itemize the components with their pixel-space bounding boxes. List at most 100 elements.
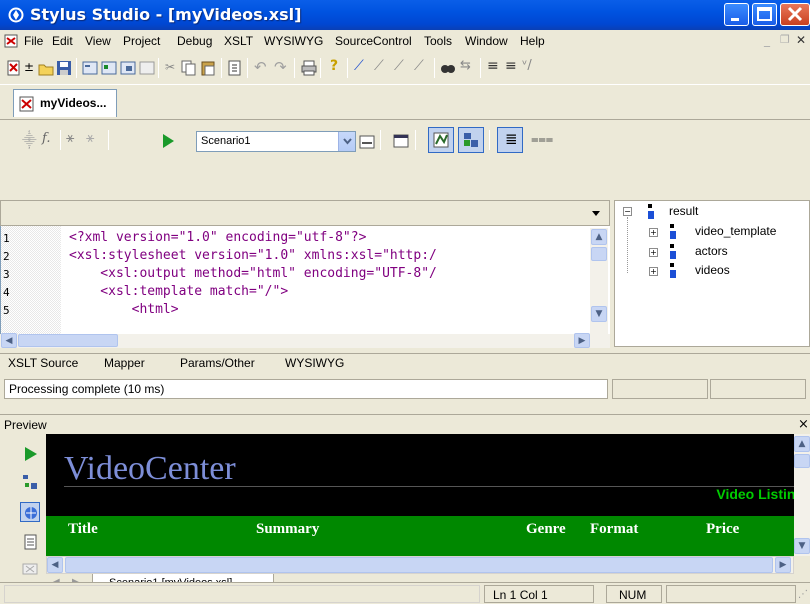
find-icon[interactable] (440, 60, 456, 76)
tree-node-videos[interactable]: videos (695, 263, 730, 277)
scroll-thumb[interactable] (18, 334, 118, 347)
close-button[interactable] (780, 3, 810, 26)
preview-window-icon[interactable] (393, 133, 409, 149)
mdi-minimize-icon[interactable]: _ (764, 33, 770, 47)
comment-icon[interactable]: ᵛ/ (522, 58, 532, 73)
editor-vertical-scrollbar[interactable]: ▲ ▼ (590, 228, 608, 334)
xslt-source-editor[interactable]: 1 2 3 4 5 <?xml version="1.0" encoding="… (0, 226, 610, 334)
preview-render-area[interactable]: VideoCenter Video Listing Title Summary … (46, 434, 794, 556)
menu-edit[interactable]: Edit (52, 34, 73, 48)
dropdown-arrow-icon[interactable]: ± (24, 60, 34, 74)
profiler-toggle[interactable] (428, 127, 454, 153)
new-document-icon[interactable] (6, 60, 22, 76)
project-settings-icon[interactable] (139, 60, 155, 76)
bookmark-prev-icon[interactable]: ⟋ (394, 58, 404, 74)
toggle-breakpoint-icon[interactable]: ⚹ (66, 130, 74, 146)
menu-window[interactable]: Window (465, 34, 508, 48)
preview-horizontal-scrollbar[interactable]: ◀ ▶ (46, 556, 794, 574)
maximize-button[interactable] (752, 3, 777, 26)
editor-horizontal-scrollbar[interactable]: ◀ ▶ (0, 333, 610, 348)
tree-node-video-template[interactable]: video_template (695, 224, 776, 238)
run-icon[interactable] (160, 133, 176, 149)
print-icon[interactable] (301, 60, 317, 76)
save-icon[interactable] (56, 60, 72, 76)
preview-run-icon[interactable] (24, 446, 38, 462)
tab-params-other[interactable]: Params/Other (180, 356, 255, 370)
browser-view-toggle[interactable] (20, 502, 40, 522)
undo-icon[interactable]: ↶ (254, 58, 267, 76)
output-format-toggle[interactable]: ≣ (497, 127, 523, 153)
scroll-down-icon[interactable]: ▼ (794, 538, 810, 554)
clear-breakpoints-icon[interactable]: ⚹ (86, 130, 94, 146)
menu-help[interactable]: Help (520, 34, 545, 48)
preview-vertical-scrollbar[interactable]: ▲ ▼ (794, 434, 810, 556)
tree-view-toggle[interactable] (458, 127, 484, 153)
collapse-icon[interactable]: − (623, 207, 632, 216)
scroll-thumb[interactable] (591, 247, 607, 261)
menu-debug[interactable]: Debug (177, 34, 212, 48)
menu-wysiwyg[interactable]: WYSIWYG (264, 34, 323, 48)
scroll-thumb[interactable] (65, 557, 773, 573)
project-add-icon[interactable] (101, 60, 117, 76)
tree-root[interactable]: result (669, 204, 698, 218)
scroll-right-icon[interactable]: ▶ (574, 333, 590, 348)
menu-tools[interactable]: Tools (424, 34, 452, 48)
paste-icon[interactable] (200, 60, 216, 76)
replace-icon[interactable]: ⇆ (460, 58, 471, 73)
mdi-close-icon[interactable]: ✕ (796, 33, 806, 47)
export-icon[interactable] (22, 560, 38, 576)
outdent-icon[interactable]: ≡ (505, 58, 517, 74)
text-view-icon[interactable] (24, 534, 38, 550)
bookmark-next-icon[interactable]: ⟋ (374, 58, 384, 74)
scroll-down-icon[interactable]: ▼ (591, 306, 607, 322)
scenario-dropdown-button[interactable] (338, 132, 355, 151)
preview-close-icon[interactable]: × (798, 417, 809, 432)
resize-grip-icon[interactable]: ⋰ (798, 589, 808, 600)
minimize-button[interactable] (724, 3, 749, 26)
code-line: <?xml version="1.0" encoding="utf-8"?> (69, 230, 367, 245)
scroll-right-icon[interactable]: ▶ (775, 557, 791, 573)
menu-sourcecontrol[interactable]: SourceControl (335, 34, 412, 48)
num-lock-text: NUM (619, 588, 647, 602)
mdi-restore-icon[interactable]: ❐ (780, 33, 790, 46)
document-icon[interactable] (4, 33, 20, 49)
toolbar-separator (158, 58, 159, 78)
tab-mapper[interactable]: Mapper (104, 356, 145, 370)
tab-wysiwyg[interactable]: WYSIWYG (285, 356, 344, 370)
scenario-settings-icon[interactable] (359, 134, 375, 150)
tree-node-actors[interactable]: actors (695, 244, 728, 258)
toolbar-separator (108, 130, 109, 150)
scroll-thumb[interactable] (794, 454, 810, 468)
function-icon[interactable]: f. (42, 131, 50, 146)
properties-icon[interactable] (227, 60, 243, 76)
open-folder-icon[interactable] (38, 60, 54, 76)
expand-icon[interactable]: + (649, 248, 658, 257)
scenario-select[interactable]: Scenario1 (196, 131, 356, 152)
location-dropdown-icon[interactable] (591, 210, 601, 218)
redo-icon[interactable]: ↷ (274, 58, 287, 76)
tab-xslt-source[interactable]: XSLT Source (8, 356, 78, 370)
help-icon[interactable]: ? (330, 58, 338, 74)
menu-project[interactable]: Project (123, 34, 160, 48)
bookmark-clear-icon[interactable]: ⟋ (414, 58, 424, 74)
bookmark-icon[interactable]: ⟋ (354, 58, 364, 74)
template-icon[interactable]: ⸎ (22, 131, 37, 150)
copy-icon[interactable] (181, 60, 197, 76)
menu-xslt[interactable]: XSLT (224, 34, 253, 48)
project-icon[interactable] (82, 60, 98, 76)
indent-icon[interactable]: ≡ (487, 58, 499, 74)
cut-icon[interactable]: ✂ (165, 60, 175, 74)
project-remove-icon[interactable] (120, 60, 136, 76)
tree-layout-icon[interactable] (22, 474, 38, 490)
scroll-left-icon[interactable]: ◀ (47, 557, 63, 573)
expand-icon[interactable]: + (649, 267, 658, 276)
code-line: <xsl:template match="/"> (69, 284, 289, 299)
scroll-left-icon[interactable]: ◀ (1, 333, 17, 348)
scroll-up-icon[interactable]: ▲ (794, 436, 810, 452)
menu-view[interactable]: View (85, 34, 111, 48)
wrap-icon[interactable]: ⩶ (531, 132, 553, 147)
expand-icon[interactable]: + (649, 228, 658, 237)
menu-file[interactable]: File (24, 34, 43, 48)
tab-myvideos[interactable]: myVideos... (13, 89, 117, 117)
scroll-up-icon[interactable]: ▲ (591, 229, 607, 245)
